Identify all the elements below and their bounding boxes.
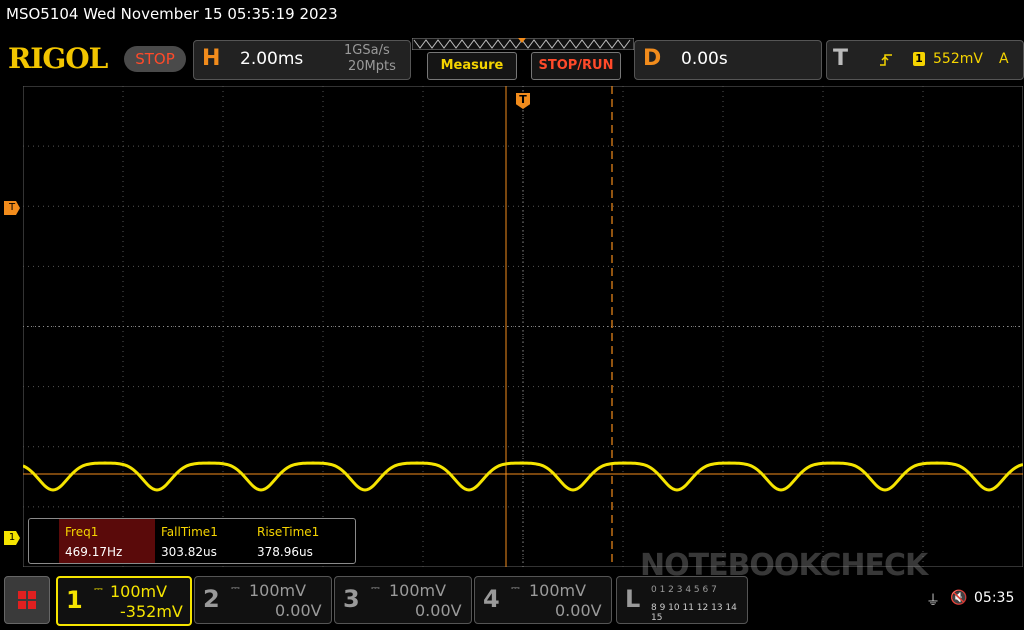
memory-depth: 20Mpts: [348, 59, 396, 74]
channel-3-panel[interactable]: 3 ⎓ 100mV 0.00V: [334, 576, 472, 624]
measurement-value: 303.82us: [161, 545, 217, 559]
speaker-muted-icon[interactable]: 🔇: [950, 590, 967, 606]
measurement-name: FallTime1: [161, 525, 218, 539]
channel-offset: 0.00V: [415, 601, 462, 620]
timebase-value: 2.00ms: [240, 49, 304, 69]
main-menu-button[interactable]: [4, 576, 50, 624]
trigger-letter: T: [833, 46, 849, 71]
waveform-graticule: [23, 86, 1023, 567]
sample-rate: 1GSa/s: [344, 43, 390, 58]
waveform-position-strip: [412, 38, 634, 50]
trigger-mode: A: [999, 51, 1009, 67]
logic-panel[interactable]: L 0 1 2 3 4 5 6 7 8 9 10 11 12 13 14 15: [616, 576, 748, 624]
menu-grid-icon: [18, 591, 36, 609]
measure-button[interactable]: Measure: [427, 52, 517, 80]
channel-number: 4: [483, 585, 500, 613]
channel-scale: 100mV: [389, 581, 447, 600]
channel-offset: 0.00V: [555, 601, 602, 620]
trigger-level-marker[interactable]: T: [4, 201, 20, 215]
status-time: 05:35: [974, 590, 1015, 606]
logic-channels-low: 0 1 2 3 4 5 6 7: [651, 585, 717, 595]
channel-offset: 0.00V: [275, 601, 322, 620]
measurement-value: 378.96us: [257, 545, 313, 559]
dc-coupling-icon: ⎓: [94, 582, 103, 595]
channel-scale: 100mV: [110, 582, 168, 601]
delay-panel[interactable]: D 0.00s: [634, 40, 822, 80]
logic-channels-high: 8 9 10 11 12 13 14 15: [651, 603, 737, 623]
trigger-panel[interactable]: T 1 552mV A: [826, 40, 1024, 80]
rigol-logo: RIGOL: [8, 42, 108, 75]
channel-4-panel[interactable]: 4 ⎓ 100mV 0.00V: [474, 576, 612, 624]
horizontal-panel[interactable]: H 2.00ms 1GSa/s 20Mpts: [193, 40, 411, 80]
run-state-badge[interactable]: STOP: [124, 46, 186, 72]
measurement-risetime[interactable]: RiseTime1 378.96us: [251, 519, 347, 563]
delay-letter: D: [643, 46, 662, 71]
channel-1-panel[interactable]: 1 ⎓ 100mV -352mV: [56, 576, 192, 626]
dc-coupling-icon: ⎓: [511, 581, 520, 594]
dc-coupling-icon: ⎓: [371, 581, 380, 594]
channel-scale: 100mV: [529, 581, 587, 600]
channel-2-panel[interactable]: 2 ⎓ 100mV 0.00V: [194, 576, 332, 624]
measurement-falltime[interactable]: FallTime1 303.82us: [155, 519, 251, 563]
delay-value: 0.00s: [681, 49, 728, 69]
measurement-name: RiseTime1: [257, 525, 320, 539]
horizontal-letter: H: [202, 46, 221, 71]
ch1-ground-marker[interactable]: 1: [4, 531, 20, 545]
measurement-value: 469.17Hz: [65, 545, 123, 559]
channel-number: 1: [66, 586, 83, 614]
rising-edge-icon: [880, 54, 892, 66]
channel-scale: 100mV: [249, 581, 307, 600]
channel-number: 3: [343, 585, 360, 613]
measurement-freq[interactable]: Freq1 469.17Hz: [59, 519, 155, 563]
trigger-level: 552mV: [933, 51, 983, 67]
measurement-panel[interactable]: Freq1 469.17Hz FallTime1 303.82us RiseTi…: [28, 518, 356, 564]
dc-coupling-icon: ⎓: [231, 581, 240, 594]
channel-offset: -352mV: [120, 602, 183, 621]
channel-number: 2: [203, 585, 220, 613]
usb-icon: ⏚: [926, 593, 940, 609]
logic-letter: L: [625, 585, 641, 613]
trigger-source-badge: 1: [913, 52, 925, 66]
window-title: MSO5104 Wed November 15 05:35:19 2023: [6, 5, 338, 23]
stop-run-button[interactable]: STOP/RUN: [531, 52, 621, 80]
measurement-name: Freq1: [65, 525, 99, 539]
